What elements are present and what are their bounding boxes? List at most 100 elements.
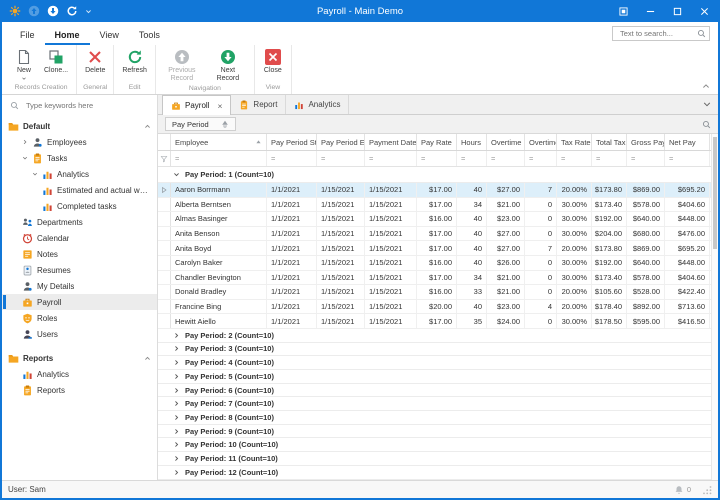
grid-cell[interactable]: 1/1/2021 [267, 241, 317, 255]
sidebar-item-users[interactable]: Users [2, 326, 157, 342]
sidebar-item-roles[interactable]: Roles [2, 310, 157, 326]
ribbon-display-options-button[interactable] [610, 0, 637, 22]
grid-cell[interactable]: 1/15/2021 [317, 183, 365, 197]
grid-cell[interactable]: $105.60 [592, 285, 627, 299]
grid-cell[interactable]: $173.40 [592, 271, 627, 285]
minimize-button[interactable] [637, 0, 664, 22]
group-row-collapsed[interactable]: Pay Period: 5 (Count=10) [158, 370, 711, 384]
grid-cell[interactable]: Anita Benson [171, 227, 267, 241]
grid-cell[interactable]: 35 [457, 314, 487, 328]
column-header-payment-date[interactable]: Payment Date [365, 134, 417, 150]
group-row-collapsed[interactable]: Pay Period: 7 (Count=10) [158, 397, 711, 411]
tab-list-chevron-icon[interactable] [703, 101, 711, 108]
qat-refresh-icon[interactable] [66, 5, 78, 17]
sidebar-item-employees[interactable]: Employees [2, 134, 157, 150]
grid-cell[interactable]: $892.00 [627, 300, 665, 314]
grid-cell[interactable]: $23.00 [487, 300, 525, 314]
column-header-overtime-[interactable]: Overtime ... [525, 134, 557, 150]
ribbon-tab-file[interactable]: File [10, 26, 45, 45]
vertical-scrollbar[interactable] [711, 134, 718, 480]
grid-cell[interactable]: 1/15/2021 [365, 183, 417, 197]
grid-cell[interactable]: 7 [525, 241, 557, 255]
grid-cell[interactable]: $23.00 [487, 212, 525, 226]
grid-row-carolyn-baker[interactable]: Carolyn Baker1/1/20211/15/20211/15/2021$… [158, 256, 711, 271]
scrollbar-thumb[interactable] [713, 137, 717, 249]
grid-cell[interactable]: $476.00 [665, 227, 710, 241]
filter-cell[interactable]: = [627, 151, 665, 166]
next-record-button[interactable]: Next Record [205, 46, 251, 84]
grid-cell[interactable]: $27.00 [487, 241, 525, 255]
grid-cell[interactable]: $27.00 [487, 183, 525, 197]
grid-cell[interactable]: 1/15/2021 [365, 314, 417, 328]
sidebar-search-input[interactable] [24, 100, 149, 111]
grid-cell[interactable]: 20.00% [557, 183, 592, 197]
grid-cell[interactable]: $178.40 [592, 300, 627, 314]
grid-cell[interactable]: Hewitt Aiello [171, 314, 267, 328]
sidebar-item-calendar[interactable]: Calendar [2, 230, 157, 246]
grid-cell[interactable]: 1/1/2021 [267, 314, 317, 328]
grid-cell[interactable]: 0 [525, 271, 557, 285]
group-row-collapsed[interactable]: Pay Period: 8 (Count=10) [158, 411, 711, 425]
grid-cell[interactable]: $173.80 [592, 241, 627, 255]
grid-cell[interactable]: 20.00% [557, 300, 592, 314]
grid-cell[interactable]: $16.00 [417, 285, 457, 299]
grid-cell[interactable]: 40 [457, 241, 487, 255]
grid-row-alberta-berntsen[interactable]: Alberta Berntsen1/1/20211/15/20211/15/20… [158, 198, 711, 213]
grid-search-icon[interactable] [702, 120, 711, 129]
grid-cell[interactable]: Aaron Borrmann [171, 183, 267, 197]
grid-cell[interactable]: 1/15/2021 [317, 285, 365, 299]
grid-cell[interactable]: 30.00% [557, 314, 592, 328]
grid-cell[interactable]: 30.00% [557, 212, 592, 226]
grid-cell[interactable]: Donald Bradley [171, 285, 267, 299]
grid-cell[interactable]: 30.00% [557, 271, 592, 285]
grid-cell[interactable]: $24.00 [487, 314, 525, 328]
grid-cell[interactable]: $404.60 [665, 271, 710, 285]
grid-cell[interactable]: 40 [457, 212, 487, 226]
grid-cell[interactable]: 1/15/2021 [317, 314, 365, 328]
grid-cell[interactable]: $21.00 [487, 271, 525, 285]
column-header-total-tax[interactable]: Total Tax [592, 134, 627, 150]
grid-cell[interactable]: 0 [525, 285, 557, 299]
sidebar-item-notes[interactable]: Notes [2, 246, 157, 262]
filter-cell[interactable]: = [171, 151, 267, 166]
grid-cell[interactable]: $17.00 [417, 271, 457, 285]
grid-cell[interactable]: $578.00 [627, 198, 665, 212]
grid-cell[interactable]: 1/15/2021 [365, 198, 417, 212]
sidebar-item-reports[interactable]: Reports [2, 382, 157, 398]
sidebar-item-default[interactable]: Default [2, 118, 157, 134]
close-button[interactable]: Close [258, 46, 288, 75]
sidebar-item-analytics[interactable]: Analytics [2, 166, 157, 182]
grid-cell[interactable]: 1/15/2021 [317, 241, 365, 255]
grid-cell[interactable]: 1/15/2021 [365, 212, 417, 226]
ribbon-tab-home[interactable]: Home [45, 26, 90, 45]
grid-row-donald-bradley[interactable]: Donald Bradley1/1/20211/15/20211/15/2021… [158, 285, 711, 300]
filter-cell[interactable]: = [557, 151, 592, 166]
grid-cell[interactable]: $640.00 [627, 212, 665, 226]
grid-cell[interactable]: 34 [457, 271, 487, 285]
grid-cell[interactable]: $26.00 [487, 256, 525, 270]
grid-cell[interactable]: $869.00 [627, 241, 665, 255]
grid-cell[interactable]: $448.00 [665, 212, 710, 226]
ribbon-tab-view[interactable]: View [90, 26, 129, 45]
grid-cell[interactable]: $17.00 [417, 241, 457, 255]
grid-cell[interactable]: 40 [457, 183, 487, 197]
ribbon-collapse-chevron-icon[interactable] [702, 83, 710, 89]
grid-row-hewitt-aiello[interactable]: Hewitt Aiello1/1/20211/15/20211/15/2021$… [158, 314, 711, 329]
sidebar-item-departments[interactable]: Departments [2, 214, 157, 230]
filter-cell[interactable]: = [267, 151, 317, 166]
group-row-collapsed[interactable]: Pay Period: 3 (Count=10) [158, 343, 711, 357]
column-header-employee[interactable]: Employee [171, 134, 267, 150]
grid-cell[interactable]: 1/1/2021 [267, 271, 317, 285]
grid-cell[interactable]: 40 [457, 300, 487, 314]
sidebar-item-resumes[interactable]: Resumes [2, 262, 157, 278]
grid-cell[interactable]: Alberta Berntsen [171, 198, 267, 212]
grid-cell[interactable]: $869.00 [627, 183, 665, 197]
grid-row-almas-basinger[interactable]: Almas Basinger1/1/20211/15/20211/15/2021… [158, 212, 711, 227]
grid-cell[interactable]: Francine Bing [171, 300, 267, 314]
column-header-net-pay[interactable]: Net Pay [665, 134, 710, 150]
grid-cell[interactable]: 1/15/2021 [317, 300, 365, 314]
grid-row-chandler-bevington[interactable]: Chandler Bevington1/1/20211/15/20211/15/… [158, 271, 711, 286]
qat-next-record-icon[interactable] [47, 5, 59, 17]
grid-cell[interactable]: 1/15/2021 [365, 241, 417, 255]
grid-cell[interactable]: 30.00% [557, 227, 592, 241]
